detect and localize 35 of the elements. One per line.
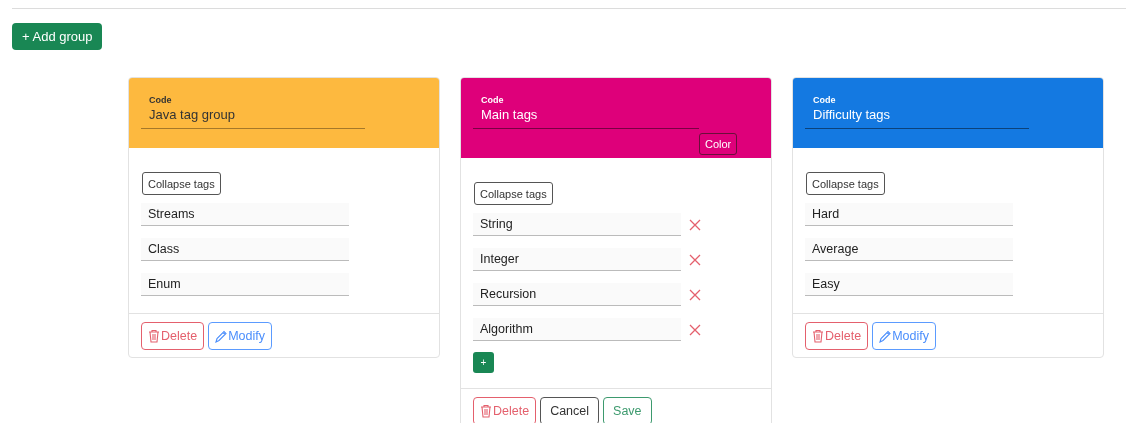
- tag-field: Streams: [141, 203, 349, 226]
- delete-button[interactable]: Delete: [805, 322, 869, 350]
- tag-field[interactable]: Algorithm: [473, 318, 681, 341]
- color-button[interactable]: Color: [699, 133, 738, 155]
- delete-button[interactable]: Delete: [473, 397, 537, 423]
- cancel-button[interactable]: Cancel: [540, 397, 600, 423]
- remove-icon[interactable]: [689, 253, 701, 266]
- tag-field: Enum: [141, 273, 349, 296]
- code-field[interactable]: Code Difficulty tags: [805, 90, 1029, 129]
- add-group-button[interactable]: + Add group: [12, 23, 103, 50]
- remove-icon[interactable]: [689, 218, 701, 231]
- modify-button[interactable]: Modify: [208, 322, 272, 350]
- tag-field[interactable]: String: [473, 213, 681, 236]
- tag-field: Average: [805, 238, 1013, 261]
- collapse-tags-button[interactable]: Collapse tags: [474, 182, 553, 205]
- tag-field: Easy: [805, 273, 1013, 296]
- tag-field: Class: [141, 238, 349, 261]
- tag-field[interactable]: Recursion: [473, 283, 681, 306]
- code-field[interactable]: Code Java tag group: [141, 90, 365, 129]
- collapse-tags-button[interactable]: Collapse tags: [142, 172, 221, 195]
- tag-field[interactable]: Integer: [473, 248, 681, 271]
- code-field[interactable]: Code Main tags: [473, 90, 699, 129]
- remove-icon[interactable]: [689, 288, 701, 301]
- trash-icon: [148, 329, 160, 343]
- remove-icon[interactable]: [689, 323, 701, 336]
- modify-button[interactable]: Modify: [872, 322, 936, 350]
- delete-button[interactable]: Delete: [141, 322, 205, 350]
- pencil-icon: [879, 329, 892, 343]
- trash-icon: [812, 329, 824, 343]
- tag-field: Hard: [805, 203, 1013, 226]
- add-tag-button[interactable]: +: [473, 352, 494, 373]
- save-button[interactable]: Save: [603, 397, 652, 423]
- collapse-tags-button[interactable]: Collapse tags: [806, 172, 885, 195]
- trash-icon: [480, 404, 492, 418]
- pencil-icon: [215, 329, 228, 343]
